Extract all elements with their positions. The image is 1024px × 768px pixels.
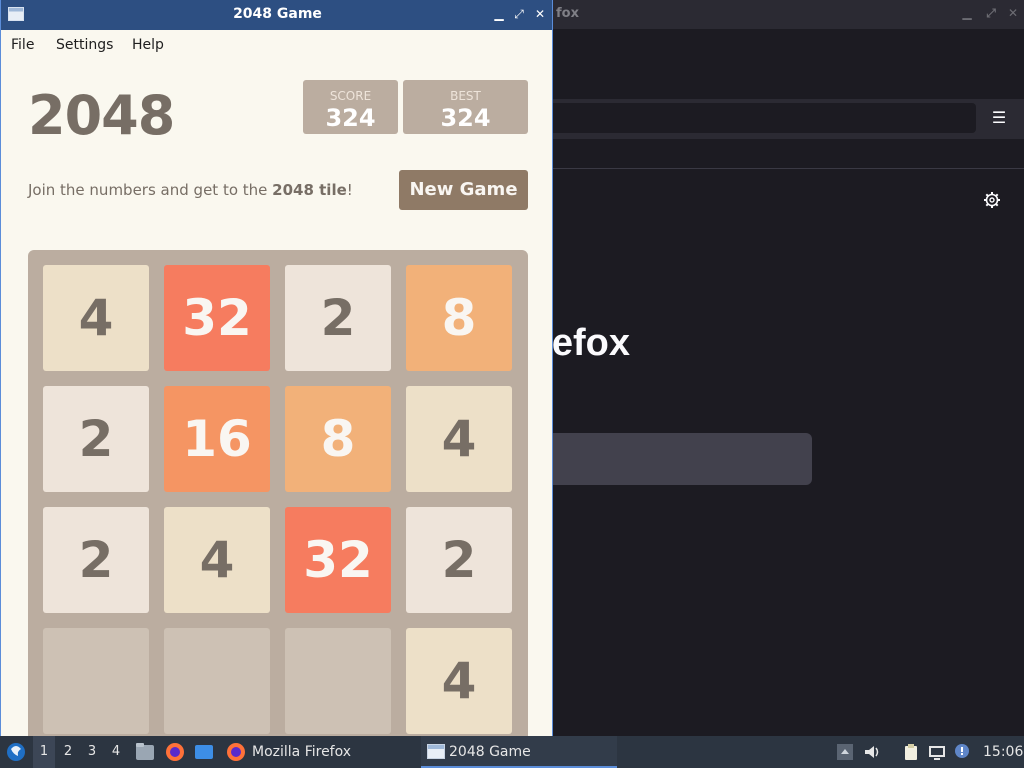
maximize-icon[interactable]: ⤢ bbox=[511, 6, 527, 22]
clipboard-icon[interactable] bbox=[902, 743, 920, 761]
firefox-icon bbox=[227, 743, 245, 761]
firefox-title: fox bbox=[556, 6, 579, 21]
workspace-1[interactable]: 1 bbox=[33, 736, 55, 768]
window-title: 2048 Game bbox=[233, 6, 322, 22]
volume-icon[interactable] bbox=[863, 743, 881, 761]
workspace-2[interactable]: 2 bbox=[57, 736, 79, 768]
notification-icon[interactable] bbox=[954, 743, 972, 761]
intro-goal: 2048 tile bbox=[272, 181, 347, 199]
task-firefox-label: Mozilla Firefox bbox=[252, 744, 352, 760]
window-icon bbox=[427, 744, 445, 759]
task-firefox[interactable]: Mozilla Firefox bbox=[224, 736, 438, 768]
tile-8: 8 bbox=[285, 386, 391, 492]
firefox-search-box[interactable] bbox=[520, 433, 812, 485]
start-menu-icon[interactable] bbox=[4, 736, 28, 768]
score-label: SCORE bbox=[329, 89, 372, 103]
best-score-box: BEST 324 bbox=[403, 80, 528, 134]
firefox-url-bar[interactable] bbox=[540, 103, 976, 133]
intro-text: Join the numbers and get to the bbox=[28, 181, 273, 199]
menu-settings[interactable]: Settings bbox=[56, 37, 113, 53]
tile-8: 8 bbox=[406, 265, 512, 371]
game-titlebar[interactable]: 2048 Game ▁ ⤢ ✕ bbox=[1, 0, 552, 30]
workspace-4[interactable]: 4 bbox=[105, 736, 127, 768]
firefox-launcher-icon[interactable] bbox=[163, 736, 187, 768]
tile-4: 4 bbox=[43, 265, 149, 371]
intro-suffix: ! bbox=[346, 181, 353, 199]
tile-empty bbox=[285, 628, 391, 734]
tile-2: 2 bbox=[43, 507, 149, 613]
clock: 15:06 bbox=[983, 744, 1024, 760]
tile-2: 2 bbox=[43, 386, 149, 492]
game-heading: 2048 bbox=[28, 84, 175, 147]
network-icon[interactable] bbox=[928, 743, 946, 761]
score-value: 324 bbox=[325, 104, 376, 132]
maximize-icon[interactable]: ⤢ bbox=[984, 6, 998, 20]
minimize-icon[interactable]: ▁ bbox=[960, 6, 974, 20]
file-manager-icon[interactable] bbox=[134, 736, 156, 768]
game-window: 2048 Game ▁ ⤢ ✕ File Settings Help 2048 … bbox=[0, 0, 553, 736]
taskbar: 1 2 3 4 Mozilla Firefox 2048 Game 15:06 bbox=[0, 736, 1024, 768]
tile-4: 4 bbox=[164, 507, 270, 613]
tile-4: 4 bbox=[406, 628, 512, 734]
task-2048-label: 2048 Game bbox=[449, 744, 531, 760]
minimize-icon[interactable]: ▁ bbox=[491, 6, 507, 22]
tile-16: 16 bbox=[164, 386, 270, 492]
tile-32: 32 bbox=[285, 507, 391, 613]
tile-32: 32 bbox=[164, 265, 270, 371]
game-intro: Join the numbers and get to the 2048 til… bbox=[28, 181, 353, 199]
best-value: 324 bbox=[440, 104, 491, 132]
desktop-icon[interactable] bbox=[193, 736, 215, 768]
game-board[interactable]: 4 32 2 8 2 16 8 4 2 4 32 2 4 bbox=[28, 250, 528, 736]
score-box: SCORE 324 bbox=[303, 80, 398, 134]
menu-help[interactable]: Help bbox=[132, 37, 164, 53]
menu-file[interactable]: File bbox=[11, 37, 34, 53]
tile-empty bbox=[164, 628, 270, 734]
tile-2: 2 bbox=[285, 265, 391, 371]
tile-4: 4 bbox=[406, 386, 512, 492]
close-icon[interactable]: ✕ bbox=[1006, 6, 1020, 20]
task-2048-game[interactable]: 2048 Game bbox=[421, 736, 617, 768]
gear-icon[interactable] bbox=[982, 190, 1002, 210]
close-icon[interactable]: ✕ bbox=[532, 6, 548, 22]
hamburger-menu-icon[interactable]: ☰ bbox=[990, 108, 1008, 128]
tile-empty bbox=[43, 628, 149, 734]
new-game-button[interactable]: New Game bbox=[399, 170, 528, 210]
scroll-up-icon[interactable] bbox=[836, 743, 854, 761]
workspace-3[interactable]: 3 bbox=[81, 736, 103, 768]
menu-bar: File Settings Help bbox=[1, 30, 552, 60]
best-label: BEST bbox=[450, 89, 481, 103]
tile-2: 2 bbox=[406, 507, 512, 613]
